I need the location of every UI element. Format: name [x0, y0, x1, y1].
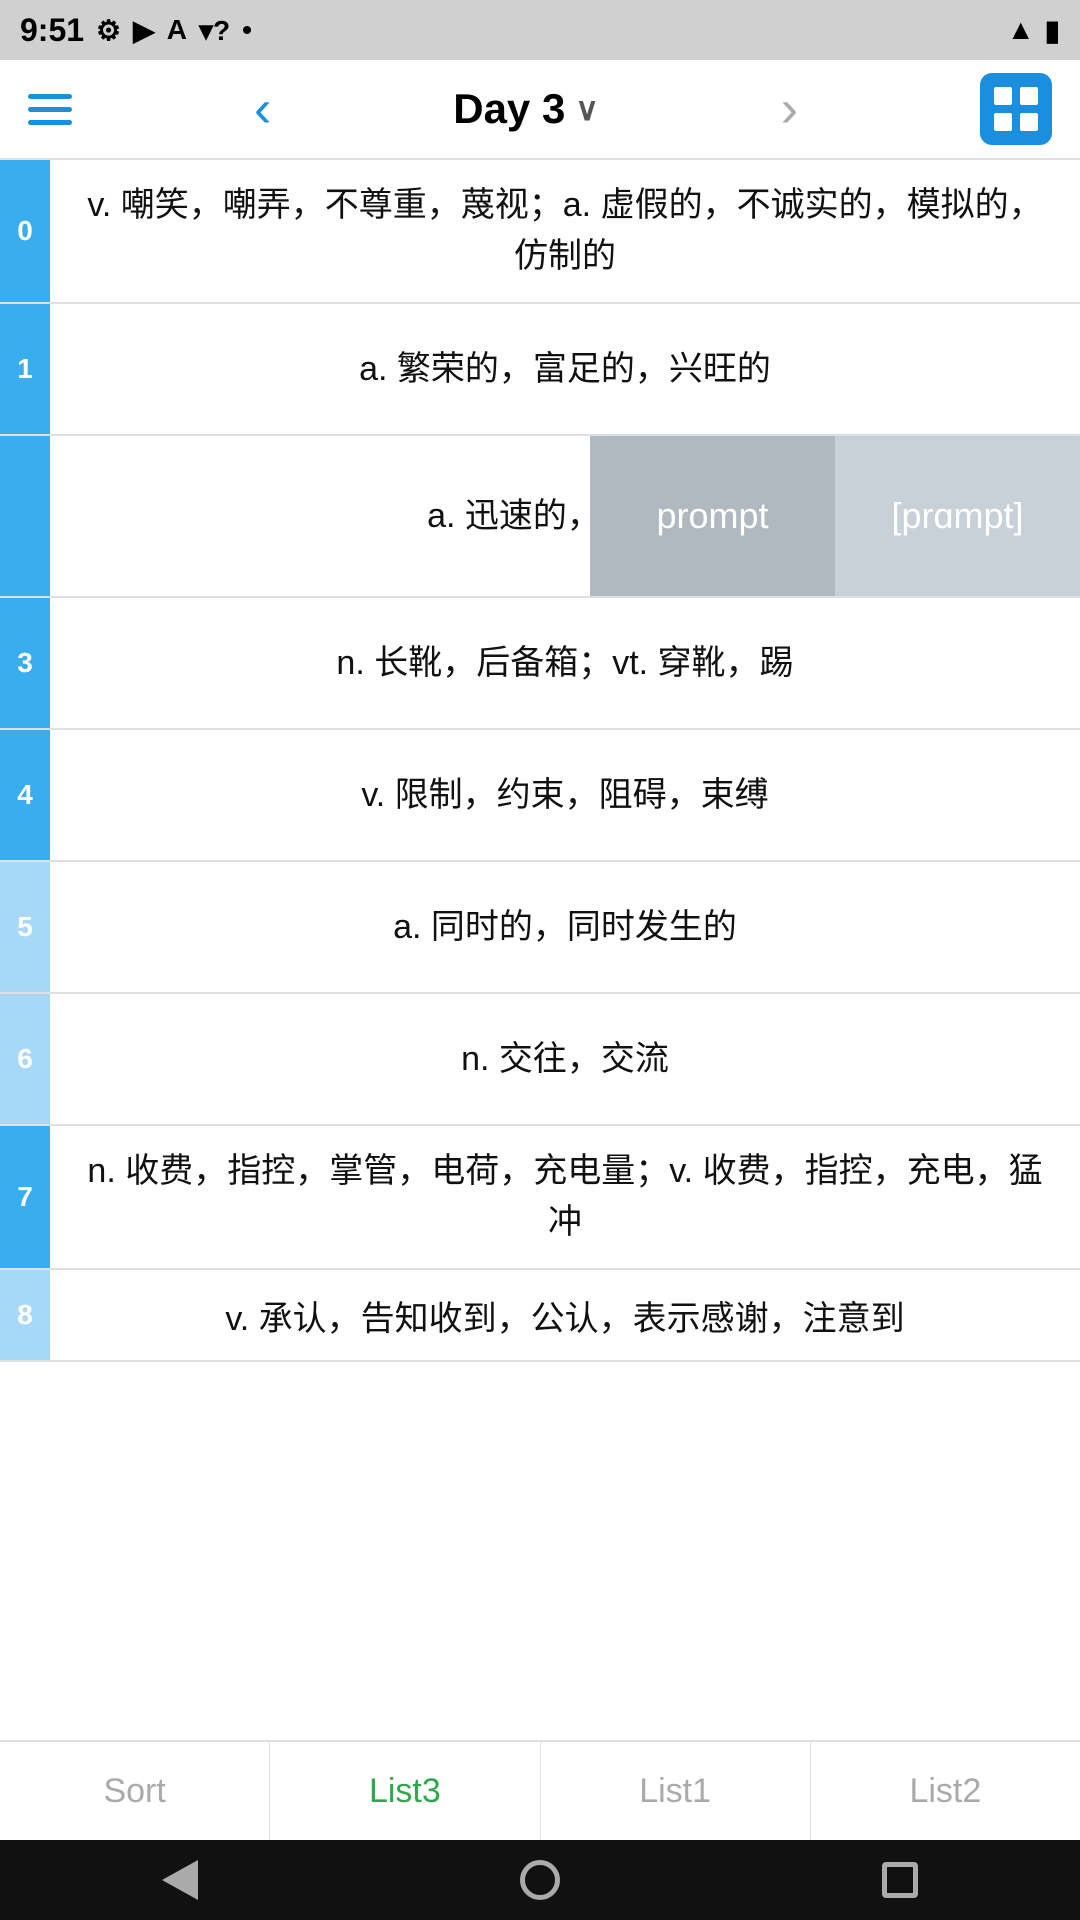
sys-recent-button[interactable]	[870, 1850, 930, 1910]
word-row[interactable]: 5 a. 同时的，同时发生的	[0, 862, 1080, 994]
settings-icon: ⚙	[96, 14, 121, 47]
word-row[interactable]: a. 迅速的，及时的 prompt [prɑmpt]	[0, 436, 1080, 598]
word-index-5: 5	[0, 862, 50, 992]
word-definition-4: v. 限制，约束，阻碍，束缚	[50, 730, 1080, 860]
status-bar-right: ▲ ▮	[1007, 14, 1060, 47]
word-definition-6: n. 交往，交流	[50, 994, 1080, 1124]
word-definition-8: v. 承认，告知收到，公认，表示感谢，注意到	[50, 1270, 1080, 1360]
grid-icon	[992, 85, 1040, 133]
dot-icon: •	[242, 14, 252, 46]
recent-icon	[882, 1862, 918, 1898]
grid-view-button[interactable]	[980, 73, 1052, 145]
tab-sort-label: Sort	[103, 1772, 165, 1811]
word-row[interactable]: 7 n. 收费，指控，掌管，电荷，充电量；v. 收费，指控，充电，猛冲	[0, 1126, 1080, 1270]
day-title: Day 3	[453, 85, 565, 133]
word-index-0: 0	[0, 160, 50, 302]
word-index-6: 6	[0, 994, 50, 1124]
bottom-tabs: Sort List3 List1 List2	[0, 1740, 1080, 1840]
word-row[interactable]: 1 a. 繁荣的，富足的，兴旺的	[0, 304, 1080, 436]
wifi-icon: ▾?	[199, 14, 230, 47]
word-popup[interactable]: prompt [prɑmpt]	[590, 436, 1080, 596]
font-icon: A	[167, 14, 187, 46]
tab-list2[interactable]: List2	[811, 1742, 1080, 1840]
word-row[interactable]: 6 n. 交往，交流	[0, 994, 1080, 1126]
word-row[interactable]: 8 v. 承认，告知收到，公认，表示感谢，注意到	[0, 1270, 1080, 1362]
word-index-1: 1	[0, 304, 50, 434]
hamburger-menu[interactable]	[28, 94, 72, 125]
sys-home-button[interactable]	[510, 1850, 570, 1910]
status-bar: 9:51 ⚙ ▶ A ▾? • ▲ ▮	[0, 0, 1080, 60]
tab-list1-label: List1	[639, 1772, 711, 1811]
tab-list2-label: List2	[909, 1772, 981, 1811]
word-definition-7: n. 收费，指控，掌管，电荷，充电量；v. 收费，指控，充电，猛冲	[50, 1126, 1080, 1268]
tab-list1[interactable]: List1	[541, 1742, 811, 1840]
popup-phonetic[interactable]: [prɑmpt]	[835, 436, 1080, 596]
tab-list3-label: List3	[369, 1772, 441, 1811]
forward-button[interactable]: ›	[771, 79, 808, 139]
system-nav-bar	[0, 1840, 1080, 1920]
battery-icon: ▮	[1045, 14, 1060, 47]
sys-back-button[interactable]	[150, 1850, 210, 1910]
chevron-down-icon[interactable]: ∨	[575, 90, 598, 128]
word-row[interactable]: 3 n. 长靴，后备箱；vt. 穿靴，踢	[0, 598, 1080, 730]
word-index-7: 7	[0, 1126, 50, 1268]
word-index-4: 4	[0, 730, 50, 860]
nav-bar: ‹ Day 3 ∨ ›	[0, 60, 1080, 160]
tab-sort[interactable]: Sort	[0, 1742, 270, 1840]
word-list: 0 v. 嘲笑，嘲弄，不尊重，蔑视；a. 虚假的，不诚实的，模拟的，仿制的 1 …	[0, 160, 1080, 1362]
word-index-8: 8	[0, 1270, 50, 1360]
word-row[interactable]: 4 v. 限制，约束，阻碍，束缚	[0, 730, 1080, 862]
word-definition-5: a. 同时的，同时发生的	[50, 862, 1080, 992]
home-icon	[520, 1860, 560, 1900]
popup-word[interactable]: prompt	[590, 436, 835, 596]
status-bar-left: 9:51 ⚙ ▶ A ▾? •	[20, 12, 252, 49]
word-definition-1: a. 繁荣的，富足的，兴旺的	[50, 304, 1080, 434]
back-icon	[162, 1860, 198, 1900]
word-definition-3: n. 长靴，后备箱；vt. 穿靴，踢	[50, 598, 1080, 728]
back-button[interactable]: ‹	[244, 79, 281, 139]
word-definition-0: v. 嘲笑，嘲弄，不尊重，蔑视；a. 虚假的，不诚实的，模拟的，仿制的	[50, 160, 1080, 302]
status-time: 9:51	[20, 12, 84, 49]
tab-list3[interactable]: List3	[270, 1742, 540, 1840]
nav-title: Day 3 ∨	[453, 85, 599, 133]
signal-icon: ▲	[1007, 14, 1035, 46]
play-icon: ▶	[133, 14, 155, 47]
word-index-3: 3	[0, 598, 50, 728]
word-row[interactable]: 0 v. 嘲笑，嘲弄，不尊重，蔑视；a. 虚假的，不诚实的，模拟的，仿制的	[0, 160, 1080, 304]
word-index-2	[0, 436, 50, 596]
